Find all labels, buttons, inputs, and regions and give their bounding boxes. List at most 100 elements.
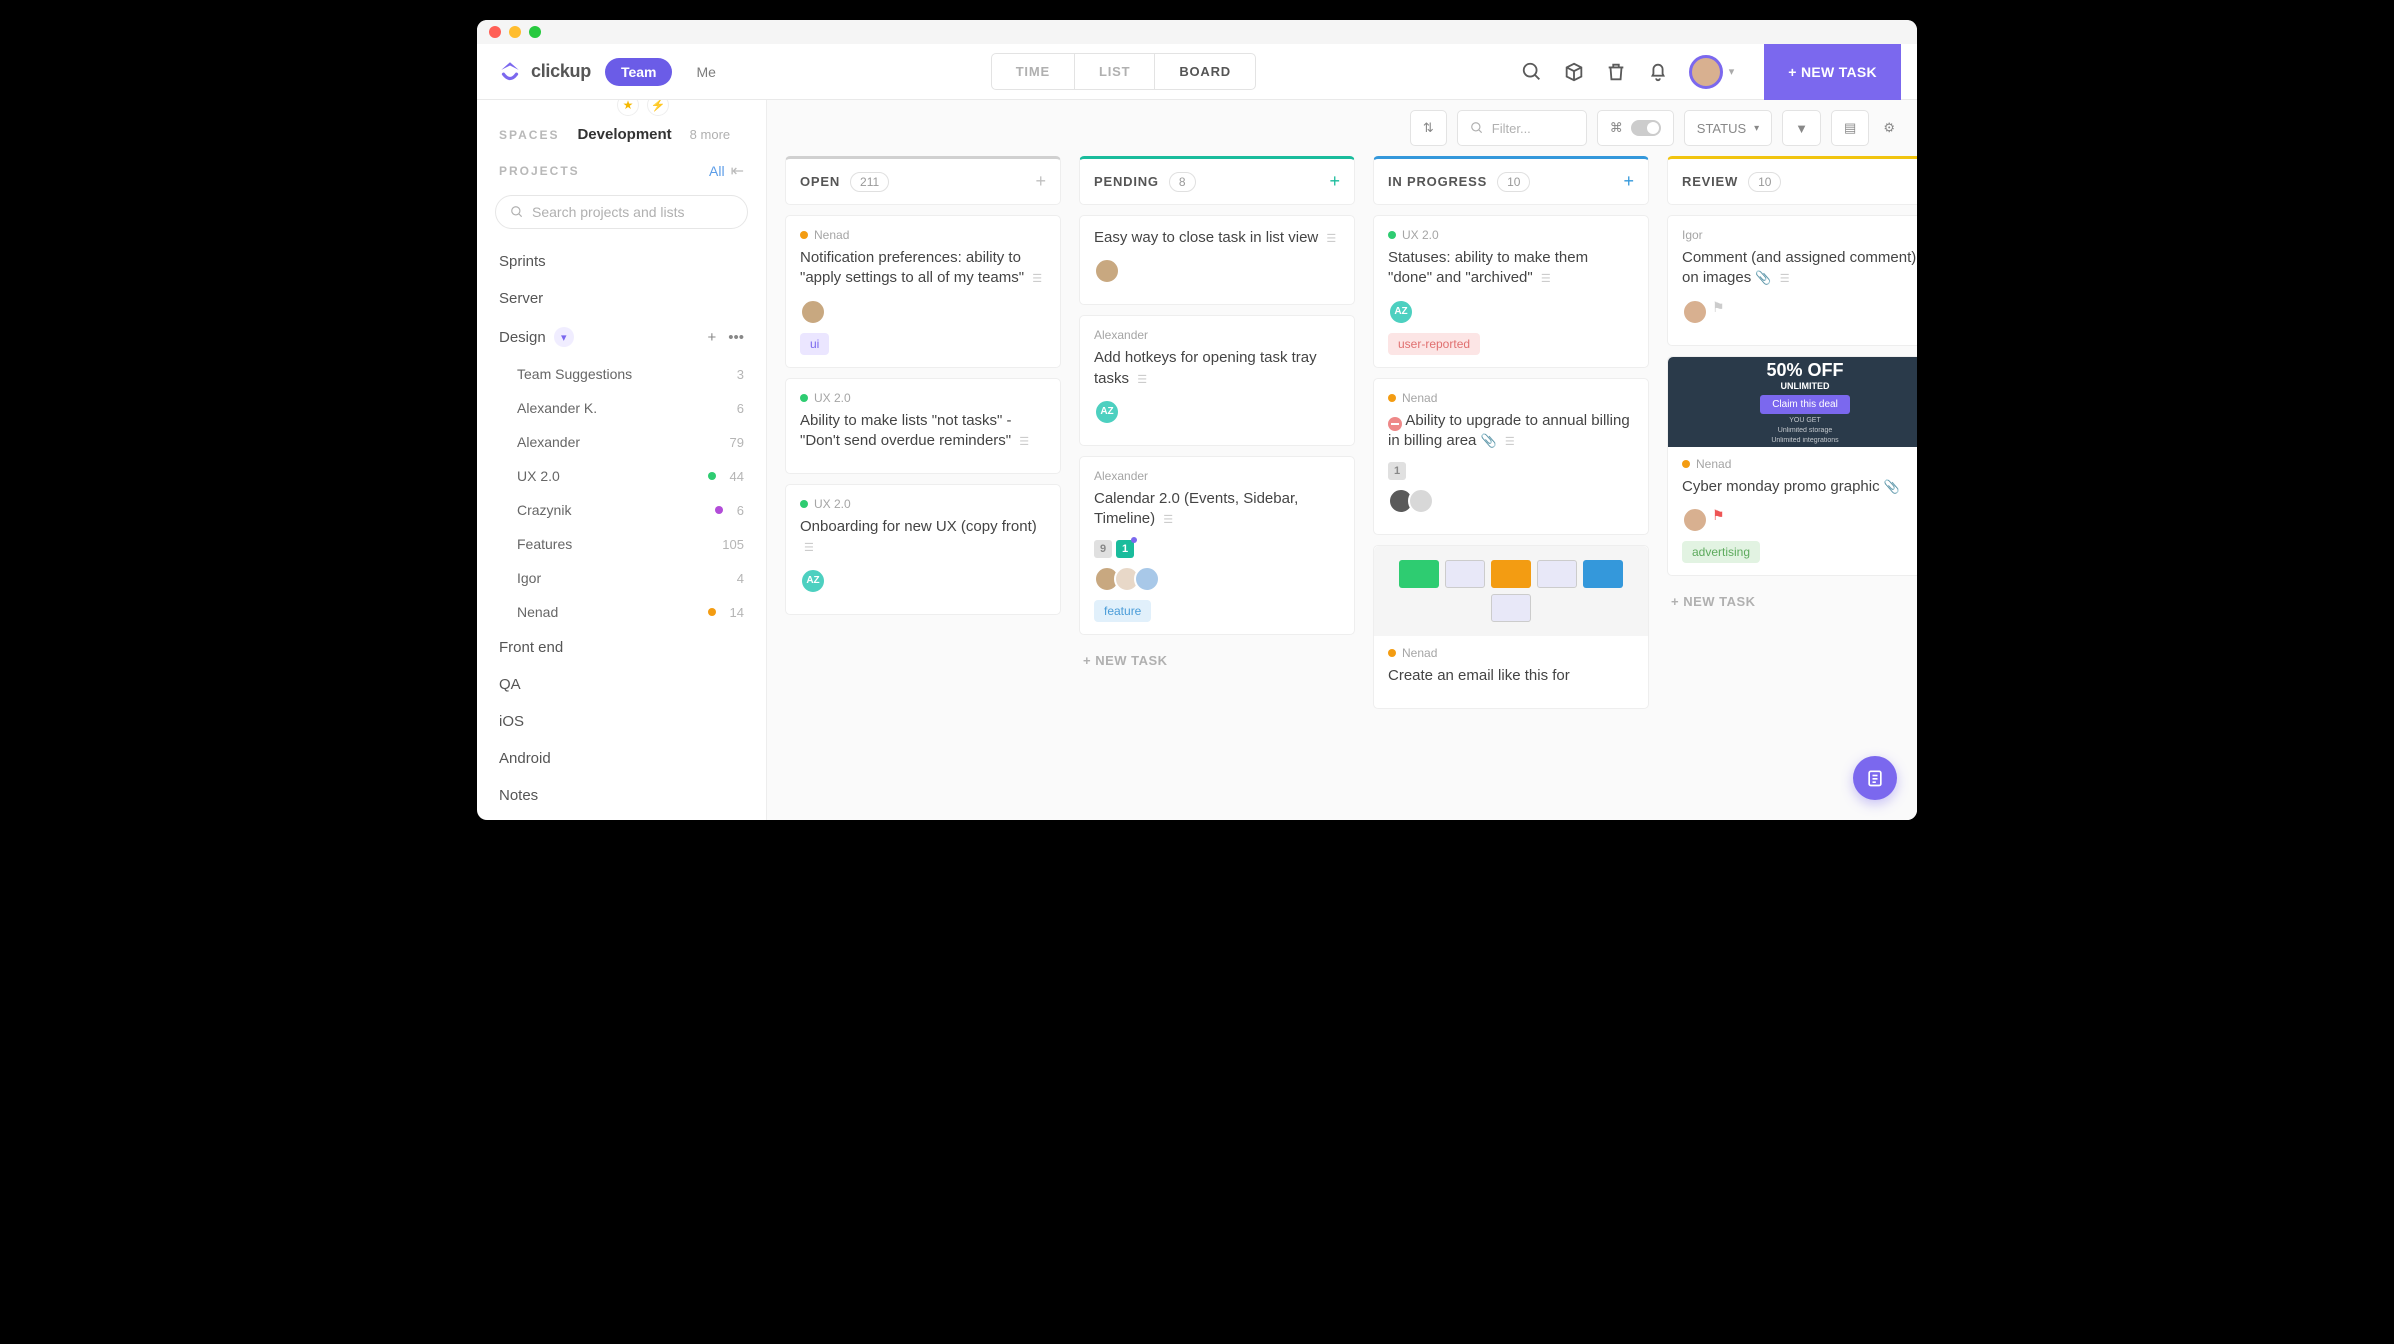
avatar[interactable] xyxy=(1134,566,1160,592)
settings-button[interactable]: ⚙ xyxy=(1879,110,1899,146)
avatar[interactable] xyxy=(1094,258,1120,284)
window-maximize-icon[interactable] xyxy=(529,26,541,38)
add-icon[interactable]: + xyxy=(707,329,716,346)
tag[interactable]: advertising xyxy=(1682,541,1760,563)
avatar[interactable]: AZ xyxy=(1094,399,1120,425)
sort-button[interactable]: ⇅ xyxy=(1410,110,1447,146)
card-title: Calendar 2.0 (Events, Sidebar, Timeline)… xyxy=(1094,489,1340,530)
add-card-button[interactable]: + xyxy=(1035,171,1046,192)
new-task-button[interactable]: + NEW TASK xyxy=(1764,44,1901,100)
bolt-icon[interactable]: ⚡ xyxy=(647,100,669,116)
spaces-more[interactable]: 8 more xyxy=(690,127,730,142)
task-card[interactable]: 50% OFF UNLIMITED Claim this deal YOU GE… xyxy=(1667,356,1917,576)
status-dot xyxy=(1388,231,1396,239)
filter-input[interactable]: Filter... xyxy=(1457,110,1587,146)
sidebar-subitem[interactable]: UX 2.044 xyxy=(477,459,766,493)
attachment-icon: 📎 xyxy=(1755,270,1771,285)
layout-button[interactable]: ▤ xyxy=(1831,110,1869,146)
sidebar-item-qa[interactable]: QA xyxy=(477,666,766,703)
window-close-icon[interactable] xyxy=(489,26,501,38)
toggle-switch[interactable] xyxy=(1631,120,1661,136)
tab-board[interactable]: BOARD xyxy=(1155,54,1255,89)
add-card-button[interactable]: + xyxy=(1623,171,1634,192)
avatar[interactable] xyxy=(1408,488,1434,514)
avatar[interactable] xyxy=(1682,299,1708,325)
task-card[interactable]: UX 2.0Statuses: ability to make them "do… xyxy=(1373,215,1649,368)
status-dropdown[interactable]: STATUS▾ xyxy=(1684,110,1772,146)
sidebar-subitem[interactable]: Alexander79 xyxy=(477,425,766,459)
card-avatars: ⚑ xyxy=(1682,299,1917,325)
notepad-fab[interactable] xyxy=(1853,756,1897,800)
task-card[interactable]: NenadNotification preferences: ability t… xyxy=(785,215,1061,368)
tree-icon: ⌘ xyxy=(1610,120,1623,136)
status-dot xyxy=(800,231,808,239)
status-dot xyxy=(800,500,808,508)
card-promo-image: 50% OFF UNLIMITED Claim this deal YOU GE… xyxy=(1668,357,1917,447)
card-meta: Nenad xyxy=(1388,646,1634,660)
task-card[interactable]: Nenad Create an email like this for xyxy=(1373,545,1649,709)
tag[interactable]: feature xyxy=(1094,600,1151,622)
new-task-link[interactable]: + NEW TASK xyxy=(1667,586,1917,617)
task-card[interactable]: AlexanderAdd hotkeys for opening task tr… xyxy=(1079,315,1355,446)
blocked-icon xyxy=(1388,417,1402,431)
star-icon[interactable]: ★ xyxy=(617,100,639,116)
task-card[interactable]: UX 2.0Ability to make lists "not tasks" … xyxy=(785,378,1061,475)
sidebar-subitem[interactable]: Features105 xyxy=(477,527,766,561)
collapse-sidebar-icon[interactable]: ⇤ xyxy=(731,161,744,181)
card-title: Add hotkeys for opening task tray tasks … xyxy=(1094,348,1340,389)
sidebar-item-server[interactable]: Server xyxy=(477,280,766,317)
task-card[interactable]: Nenad Ability to upgrade to annual billi… xyxy=(1373,378,1649,536)
sidebar-item-sprints[interactable]: Sprints xyxy=(477,243,766,280)
sidebar-subitem[interactable]: Crazynik6 xyxy=(477,493,766,527)
sidebar-subitem[interactable]: Team Suggestions3 xyxy=(477,357,766,391)
description-icon: ☰ xyxy=(1541,273,1551,285)
filter-button[interactable]: ▼ xyxy=(1782,110,1821,146)
tab-time[interactable]: TIME xyxy=(992,54,1075,89)
task-card[interactable]: Easy way to close task in list view ☰ xyxy=(1079,215,1355,305)
avatar[interactable]: AZ xyxy=(1388,299,1414,325)
sidebar-item-notes[interactable]: Notes xyxy=(477,777,766,814)
search-projects-input[interactable]: Search projects and lists xyxy=(495,195,748,229)
hierarchy-toggle[interactable]: ⌘ xyxy=(1597,110,1674,146)
card-title: Ability to make lists "not tasks" - "Don… xyxy=(800,411,1046,452)
header-icons: ▾ xyxy=(1521,55,1735,89)
nav-team[interactable]: Team xyxy=(605,58,673,86)
active-space[interactable]: Development xyxy=(577,126,671,143)
sidebar-item-front-end[interactable]: Front end xyxy=(477,629,766,666)
flag-icon[interactable]: ⚑ xyxy=(1712,299,1725,325)
tag[interactable]: ui xyxy=(800,333,829,355)
projects-all-link[interactable]: All xyxy=(709,163,725,179)
tag[interactable]: user-reported xyxy=(1388,333,1480,355)
task-card[interactable]: IgorComment (and assigned comment) on im… xyxy=(1667,215,1917,346)
tab-list[interactable]: LIST xyxy=(1075,54,1155,89)
sidebar-item-ios[interactable]: iOS xyxy=(477,703,766,740)
window-minimize-icon[interactable] xyxy=(509,26,521,38)
description-icon: ☰ xyxy=(1505,436,1515,448)
logo[interactable]: clickup xyxy=(497,59,591,85)
sidebar-subitem[interactable]: Igor4 xyxy=(477,561,766,595)
avatar[interactable] xyxy=(800,299,826,325)
bell-icon[interactable] xyxy=(1647,61,1669,83)
add-card-button[interactable]: + xyxy=(1329,171,1340,192)
trash-icon[interactable] xyxy=(1605,61,1627,83)
status-dot xyxy=(800,394,808,402)
card-title: Create an email like this for xyxy=(1388,666,1634,686)
flag-icon[interactable]: ⚑ xyxy=(1712,507,1725,533)
new-task-link[interactable]: + NEW TASK xyxy=(1079,645,1355,676)
more-icon[interactable]: ••• xyxy=(728,329,744,346)
sidebar-subitem[interactable]: Alexander K.6 xyxy=(477,391,766,425)
user-menu[interactable]: ▾ xyxy=(1689,55,1735,89)
task-card[interactable]: AlexanderCalendar 2.0 (Events, Sidebar, … xyxy=(1079,456,1355,636)
nav-me[interactable]: Me xyxy=(686,58,725,86)
avatar[interactable]: AZ xyxy=(800,568,826,594)
sidebar-subitem[interactable]: Nenad14 xyxy=(477,595,766,629)
description-icon: ☰ xyxy=(1780,273,1790,285)
column-count: 211 xyxy=(850,172,889,192)
sidebar-item-android[interactable]: Android xyxy=(477,740,766,777)
sidebar-item-design[interactable]: Design▾+••• xyxy=(477,317,766,357)
task-card[interactable]: UX 2.0Onboarding for new UX (copy front)… xyxy=(785,484,1061,615)
box-icon[interactable] xyxy=(1563,61,1585,83)
avatar[interactable] xyxy=(1682,507,1708,533)
board-column-review: REVIEW 10 + IgorComment (and assigned co… xyxy=(1667,156,1917,802)
search-icon[interactable] xyxy=(1521,61,1543,83)
